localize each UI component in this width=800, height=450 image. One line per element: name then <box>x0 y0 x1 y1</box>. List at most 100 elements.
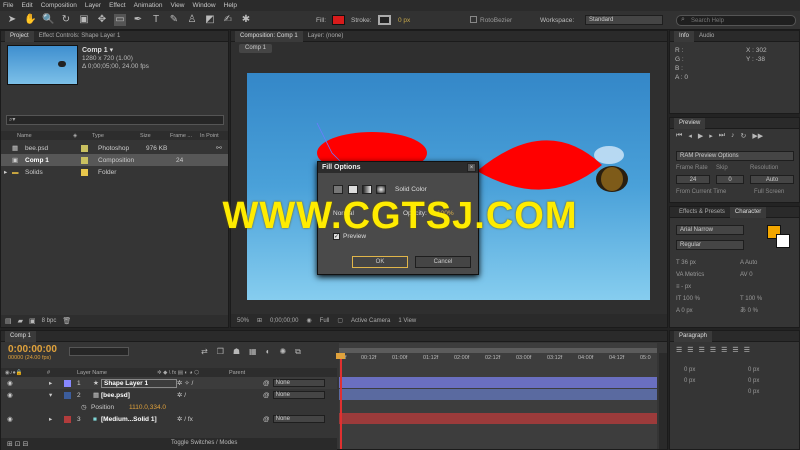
timeline-search-input[interactable] <box>69 347 129 356</box>
pan-behind-tool-icon[interactable]: ✥ <box>96 14 108 26</box>
justify-right-icon[interactable]: ☰ <box>732 346 738 354</box>
space-before-value[interactable]: 0 px <box>684 376 695 387</box>
linear-gradient-icon[interactable] <box>362 185 372 194</box>
search-help-input[interactable]: Search Help <box>676 15 796 26</box>
tab-composition[interactable]: Composition: Comp 1 <box>235 30 303 42</box>
layer-row-3[interactable]: ◉ ▸ 3 ■ [Medium...Solid 1] ✲ / fx @ None <box>1 413 337 425</box>
resolution-select[interactable]: Auto <box>750 175 794 184</box>
puppet-tool-icon[interactable]: ✱ <box>240 14 252 26</box>
none-fill-icon[interactable] <box>333 185 343 194</box>
parent-pickwhip-icon[interactable]: @ <box>263 380 270 387</box>
menu-animation[interactable]: Animation <box>134 2 163 9</box>
timeline-scrollbar[interactable] <box>659 353 667 449</box>
col-frame[interactable]: Frame ... <box>170 133 200 139</box>
radial-gradient-icon[interactable] <box>376 185 386 194</box>
hide-shy-icon[interactable]: ☗ <box>233 347 240 357</box>
last-frame-icon[interactable]: ⏭ <box>719 132 725 140</box>
layer-name[interactable]: [Medium...Solid 1] <box>101 416 177 423</box>
from-current-checkbox[interactable]: From Current Time <box>676 189 726 195</box>
comp-mini-flowchart-icon[interactable]: ⇄ <box>201 347 208 357</box>
stroke-color-swatch[interactable] <box>378 15 391 25</box>
roi-icon[interactable]: ▢ <box>337 317 343 324</box>
skip-select[interactable]: 0 <box>716 175 744 184</box>
motion-blur-icon[interactable]: ◐ <box>266 347 271 357</box>
expand-panes-icon[interactable]: ⊞ ⊡ ⊟ <box>7 440 29 448</box>
stroke-width-value[interactable]: 0 px <box>398 17 410 24</box>
parent-select[interactable]: None <box>272 391 325 399</box>
parent-select[interactable]: None <box>272 379 325 387</box>
expand-icon[interactable]: ▸ <box>49 415 56 423</box>
align-right-icon[interactable]: ☰ <box>699 346 705 354</box>
brush-tool-icon[interactable]: ✎ <box>168 14 180 26</box>
full-screen-checkbox[interactable]: Full Screen <box>754 189 784 195</box>
frame-blending-icon[interactable]: ▦ <box>249 347 257 357</box>
layer-bar-3[interactable] <box>339 413 657 424</box>
stroke-width-value[interactable]: - px <box>681 284 691 290</box>
font-style-select[interactable]: Regular <box>676 240 744 250</box>
brainstorm-icon[interactable]: ✺ <box>279 347 286 357</box>
project-item-comp1[interactable]: ▣ Comp 1 Composition 24 <box>1 154 228 166</box>
label-color-swatch[interactable] <box>64 379 71 387</box>
layer-name[interactable]: Shape Layer 1 <box>101 378 177 388</box>
project-search-input[interactable]: ⌕▾ <box>6 115 224 125</box>
project-item-solids[interactable]: ▸ ▬ Solids Folder <box>1 166 228 178</box>
loop-icon[interactable]: ↻ <box>741 132 747 140</box>
menu-composition[interactable]: Composition <box>41 2 77 9</box>
preview-checkbox[interactable]: ✓ <box>333 233 340 240</box>
tab-character[interactable]: Character <box>729 206 767 218</box>
col-type[interactable]: Type <box>92 133 140 139</box>
tab-preview[interactable]: Preview <box>674 117 706 129</box>
tab-paragraph[interactable]: Paragraph <box>674 330 713 342</box>
layer-switches[interactable]: ✲ ✧ / <box>177 379 263 387</box>
parent-pickwhip-icon[interactable]: @ <box>263 416 270 423</box>
stopwatch-icon[interactable]: ◷ <box>81 403 91 411</box>
text-stroke-swatch[interactable] <box>776 234 790 248</box>
tab-info[interactable]: Info <box>674 30 695 42</box>
first-line-indent-value[interactable]: 0 px <box>748 376 759 387</box>
ok-button[interactable]: OK <box>352 256 408 268</box>
graph-editor-icon[interactable]: ⧉ <box>295 347 301 357</box>
draft-3d-icon[interactable]: ❒ <box>217 347 224 357</box>
timeline-graph-area[interactable]: 0f 00:12f 01:00f 01:12f 02:00f 02:12f 03… <box>336 343 657 449</box>
col-layer-name[interactable]: Layer Name <box>77 370 157 376</box>
tab-effect-controls[interactable]: Effect Controls: Shape Layer 1 <box>34 31 126 42</box>
flowchart-icon[interactable]: ⚯ <box>216 144 222 152</box>
tab-comp1-timeline[interactable]: Comp 1 <box>5 330 37 342</box>
snapshot-icon[interactable]: ◉ <box>306 317 311 324</box>
zoom-select[interactable]: 50% <box>237 318 249 324</box>
collapse-icon[interactable]: ▾ <box>49 391 56 399</box>
zoom-tool-icon[interactable]: 🔍 <box>42 14 54 26</box>
rotobezier-checkbox[interactable] <box>470 16 477 23</box>
toggle-switches-modes-button[interactable]: Toggle Switches / Modes <box>171 440 237 446</box>
trash-icon[interactable]: 🗑 <box>62 317 71 325</box>
time-ruler[interactable]: 0f 00:12f 01:00f 01:12f 02:00f 02:12f 03… <box>339 355 657 367</box>
bpc-label[interactable]: 8 bpc <box>42 318 57 324</box>
label-color-swatch[interactable] <box>64 415 71 423</box>
opacity-value[interactable]: 100% <box>437 210 454 217</box>
font-size-value[interactable]: 36 px <box>681 260 696 266</box>
timecode-display[interactable]: 0;00;00;00 <box>270 318 298 324</box>
workspace-select[interactable]: Standard <box>585 15 663 25</box>
layer-switches[interactable]: ✲ / <box>177 391 263 399</box>
type-tool-icon[interactable]: T <box>150 14 162 26</box>
layer-name[interactable]: [bee.psd] <box>101 392 177 399</box>
eye-icon[interactable]: ◉ <box>7 379 49 387</box>
justify-all-icon[interactable]: ☰ <box>744 346 750 354</box>
work-area-bar[interactable] <box>339 348 657 353</box>
label-color-swatch[interactable] <box>64 391 71 399</box>
camera-select[interactable]: Active Camera <box>351 318 390 324</box>
menu-edit[interactable]: Edit <box>21 2 32 9</box>
rectangle-tool-icon[interactable]: ▭ <box>114 14 126 26</box>
breadcrumb[interactable]: Comp 1 <box>239 44 273 53</box>
ram-preview-options-select[interactable]: RAM Preview Options <box>676 151 794 161</box>
baseline-value[interactable]: 0 px <box>681 308 692 314</box>
audio-icon[interactable]: ♪ <box>731 132 735 140</box>
current-time-display[interactable]: 0:00:00:00 <box>8 344 57 355</box>
vertical-scale-value[interactable]: 100 % <box>683 296 700 302</box>
interpret-footage-icon[interactable]: ▤ <box>5 317 12 325</box>
selection-tool-icon[interactable]: ➤ <box>6 14 18 26</box>
kerning-value[interactable]: Metrics <box>685 272 704 278</box>
layer-switches[interactable]: ✲ / fx <box>177 415 263 423</box>
menu-layer[interactable]: Layer <box>85 2 101 9</box>
position-property-row[interactable]: ◷ Position 1110.0,334.0 <box>1 401 337 413</box>
